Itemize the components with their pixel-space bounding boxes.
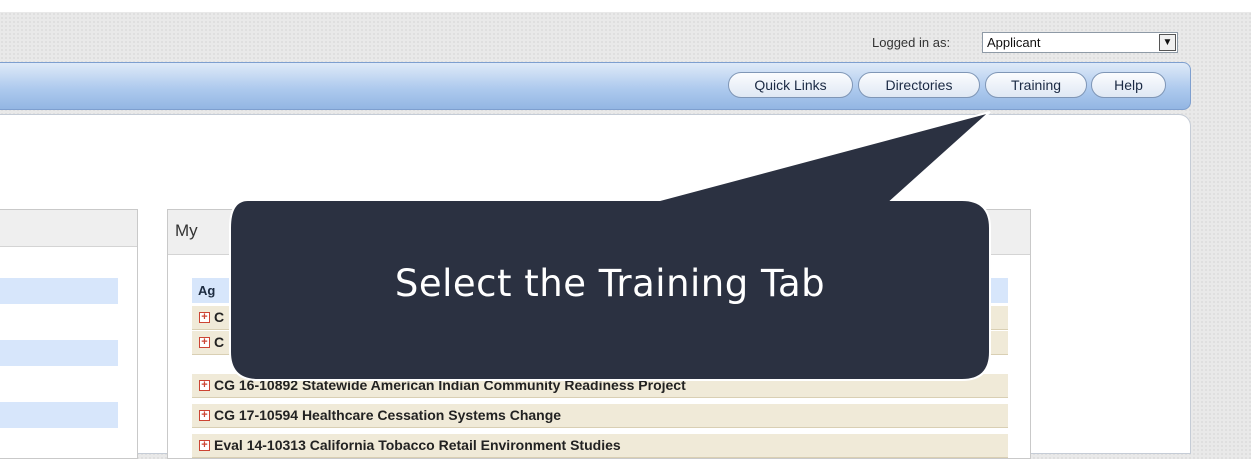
callout-bubble-icon	[229, 111, 991, 381]
callout-text: Select the Training Tab	[394, 262, 826, 305]
tutorial-callout	[229, 111, 991, 381]
